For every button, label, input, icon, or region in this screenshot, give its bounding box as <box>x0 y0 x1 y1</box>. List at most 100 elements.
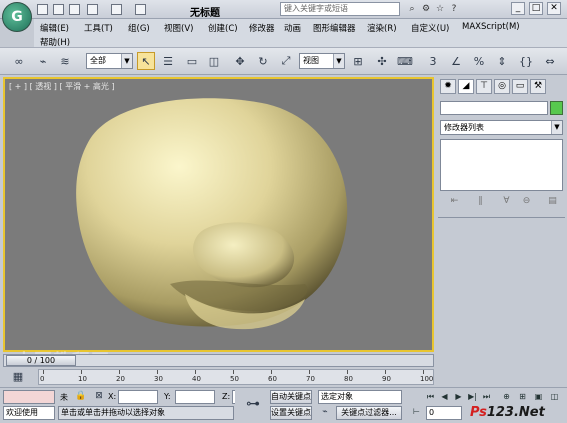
key-mode-icon[interactable]: ⊶ <box>240 393 266 415</box>
select-manipulate-icon[interactable]: ✣ <box>373 52 391 70</box>
zoom-icon[interactable]: ⊕ <box>500 391 513 404</box>
default-in-out-tangent-icon[interactable]: ⌁ <box>318 405 332 419</box>
previous-frame-icon[interactable]: ◀ <box>438 391 451 404</box>
bind-space-warp-icon[interactable]: ≋ <box>56 52 74 70</box>
create-tab-icon[interactable]: ✹ <box>440 79 456 94</box>
track-tick <box>271 370 272 374</box>
track-bar-ruler[interactable]: 0 10 20 30 40 50 60 70 80 90 100 <box>38 369 434 385</box>
next-frame-icon[interactable]: ▶| <box>466 391 479 404</box>
absolute-mode-icon[interactable]: ⊠ <box>92 389 106 403</box>
modifier-stack[interactable] <box>440 139 563 191</box>
x-coordinate-field[interactable] <box>118 390 158 404</box>
undo-icon[interactable] <box>87 4 98 15</box>
object-color-swatch[interactable] <box>550 101 563 115</box>
set-key-button[interactable]: 设置关键点 <box>270 406 312 420</box>
menu-animation[interactable]: 动画 <box>284 22 301 34</box>
pin-stack-icon[interactable]: ⇤ <box>448 195 461 208</box>
redo-icon[interactable] <box>111 4 122 15</box>
snaps-toggle-icon[interactable]: 3 <box>424 52 442 70</box>
link-icon[interactable]: ∞ <box>10 52 28 70</box>
zoom-all-icon[interactable]: ⊞ <box>516 391 529 404</box>
track-tick-label: 90 <box>382 375 391 383</box>
menu-maxscript[interactable]: MAXScript(M) <box>462 22 520 32</box>
z-coordinate-field[interactable] <box>232 390 235 404</box>
hierarchy-tab-icon[interactable]: ⊤ <box>476 79 492 94</box>
menu-graph-editors[interactable]: 图形编辑器 <box>313 22 356 34</box>
modifier-list-value: 修改器列表 <box>444 123 484 132</box>
star-icon[interactable]: ☆ <box>434 3 446 15</box>
close-button[interactable]: ✕ <box>547 2 561 15</box>
percent-snap-icon[interactable]: % <box>470 52 488 70</box>
menu-create[interactable]: 创建(C) <box>208 22 238 34</box>
selection-filter-dropdown[interactable]: 全部 ▼ <box>86 53 133 69</box>
window-crossing-icon[interactable]: ◫ <box>205 52 223 70</box>
maxscript-listener[interactable] <box>3 390 55 404</box>
menu-customize[interactable]: 自定义(U) <box>411 22 449 34</box>
command-panel: ✹ ◢ ⊤ ◎ ▭ ⚒ 修改器列表 ▼ ⇤ ‖ ∀ ⊖ ▤ <box>436 77 567 387</box>
maximize-button[interactable]: □ <box>529 2 543 15</box>
reference-coord-dropdown[interactable]: 视图 ▼ <box>299 53 345 69</box>
rectangular-selection-icon[interactable]: ▭ <box>183 52 201 70</box>
app-logo-icon[interactable]: G <box>2 2 32 32</box>
mini-curve-editor-icon[interactable]: ▦ <box>8 367 28 385</box>
scale-icon[interactable]: ⤢ <box>277 52 295 70</box>
track-tick-label: 30 <box>154 375 163 383</box>
auto-key-button[interactable]: 自动关键点 <box>270 390 312 404</box>
project-folder-icon[interactable] <box>135 4 146 15</box>
current-frame-field[interactable]: 0 <box>426 406 462 420</box>
pivot-center-icon[interactable]: ⊞ <box>349 52 367 70</box>
y-coordinate-field[interactable] <box>175 390 215 404</box>
remove-modifier-icon[interactable]: ⊖ <box>520 195 533 208</box>
keyboard-shortcut-icon[interactable]: ⌨ <box>396 52 414 70</box>
show-end-result-icon[interactable]: ‖ <box>474 195 487 208</box>
key-mode-toggle-icon[interactable]: ⊢ <box>410 406 423 419</box>
help-icon[interactable]: ? <box>448 3 460 15</box>
modifier-list-dropdown[interactable]: 修改器列表 ▼ <box>440 120 563 135</box>
status-bar: 欢迎使用 未 🔒 ⊠ X: Y: Z: 单击或单击并拖动以选择对象 ⊶ 自动关键… <box>0 387 567 423</box>
binoculars-icon[interactable]: ⌕ <box>406 3 418 15</box>
key-filters-button[interactable]: 关键点过滤器... <box>336 406 402 420</box>
select-object-icon[interactable]: ↖ <box>137 52 155 70</box>
object-name-field[interactable] <box>440 101 548 115</box>
command-panel-tabs: ✹ ◢ ⊤ ◎ ▭ ⚒ <box>438 79 565 95</box>
menu-group[interactable]: 组(G) <box>128 22 150 34</box>
new-file-icon[interactable] <box>37 4 48 15</box>
mirror-icon[interactable]: ⇔ <box>541 52 559 70</box>
named-selection-icon[interactable]: {} <box>517 52 535 70</box>
spinner-snap-icon[interactable]: ⇕ <box>493 52 511 70</box>
perspective-viewport[interactable]: [ + ] [ 透视 ] [ 平滑 + 高光 ] 中国教程网 <box>3 77 434 372</box>
menu-modifiers[interactable]: 修改器 <box>249 22 275 34</box>
go-to-end-icon[interactable]: ⏭ <box>480 391 493 404</box>
maxscript-welcome[interactable]: 欢迎使用 <box>3 406 55 420</box>
make-unique-icon[interactable]: ∀ <box>500 195 513 208</box>
menu-views[interactable]: 视图(V) <box>164 22 193 34</box>
zoom-extents-all-icon[interactable]: ◫ <box>548 391 561 404</box>
track-bar: ▦ 0 10 20 30 40 50 60 70 80 90 100 <box>0 367 434 387</box>
motion-tab-icon[interactable]: ◎ <box>494 79 510 94</box>
zoom-extents-icon[interactable]: ▣ <box>532 391 545 404</box>
menu-rendering[interactable]: 渲染(R) <box>367 22 397 34</box>
open-file-icon[interactable] <box>53 4 64 15</box>
selected-object-dropdown[interactable]: 选定对象 <box>318 390 402 404</box>
rotate-icon[interactable]: ↻ <box>254 52 272 70</box>
move-icon[interactable]: ✥ <box>231 52 249 70</box>
go-to-start-icon[interactable]: ⏮ <box>424 391 437 404</box>
unlink-icon[interactable]: ⌁ <box>34 52 52 70</box>
save-icon[interactable] <box>69 4 80 15</box>
search-input[interactable]: 键入关键字或短语 <box>280 2 400 16</box>
lock-selection-icon[interactable]: 🔒 <box>74 389 88 403</box>
menu-tools[interactable]: 工具(T) <box>84 22 113 34</box>
time-slider-thumb[interactable]: 0 / 100 <box>6 355 76 366</box>
minimize-button[interactable]: _ <box>511 2 525 15</box>
configure-modifier-sets-icon[interactable]: ▤ <box>546 195 559 208</box>
play-icon[interactable]: ▶ <box>452 391 465 404</box>
angle-snap-icon[interactable]: ∠ <box>447 52 465 70</box>
modify-tab-icon[interactable]: ◢ <box>458 79 474 94</box>
select-by-name-icon[interactable]: ☰ <box>159 52 177 70</box>
time-slider[interactable]: 0 / 100 <box>3 354 434 367</box>
display-tab-icon[interactable]: ▭ <box>512 79 528 94</box>
utilities-tab-icon[interactable]: ⚒ <box>530 79 546 94</box>
menu-edit[interactable]: 编辑(E) <box>40 22 69 34</box>
tools-icon[interactable]: ⚙ <box>420 3 432 15</box>
track-tick <box>81 370 82 374</box>
